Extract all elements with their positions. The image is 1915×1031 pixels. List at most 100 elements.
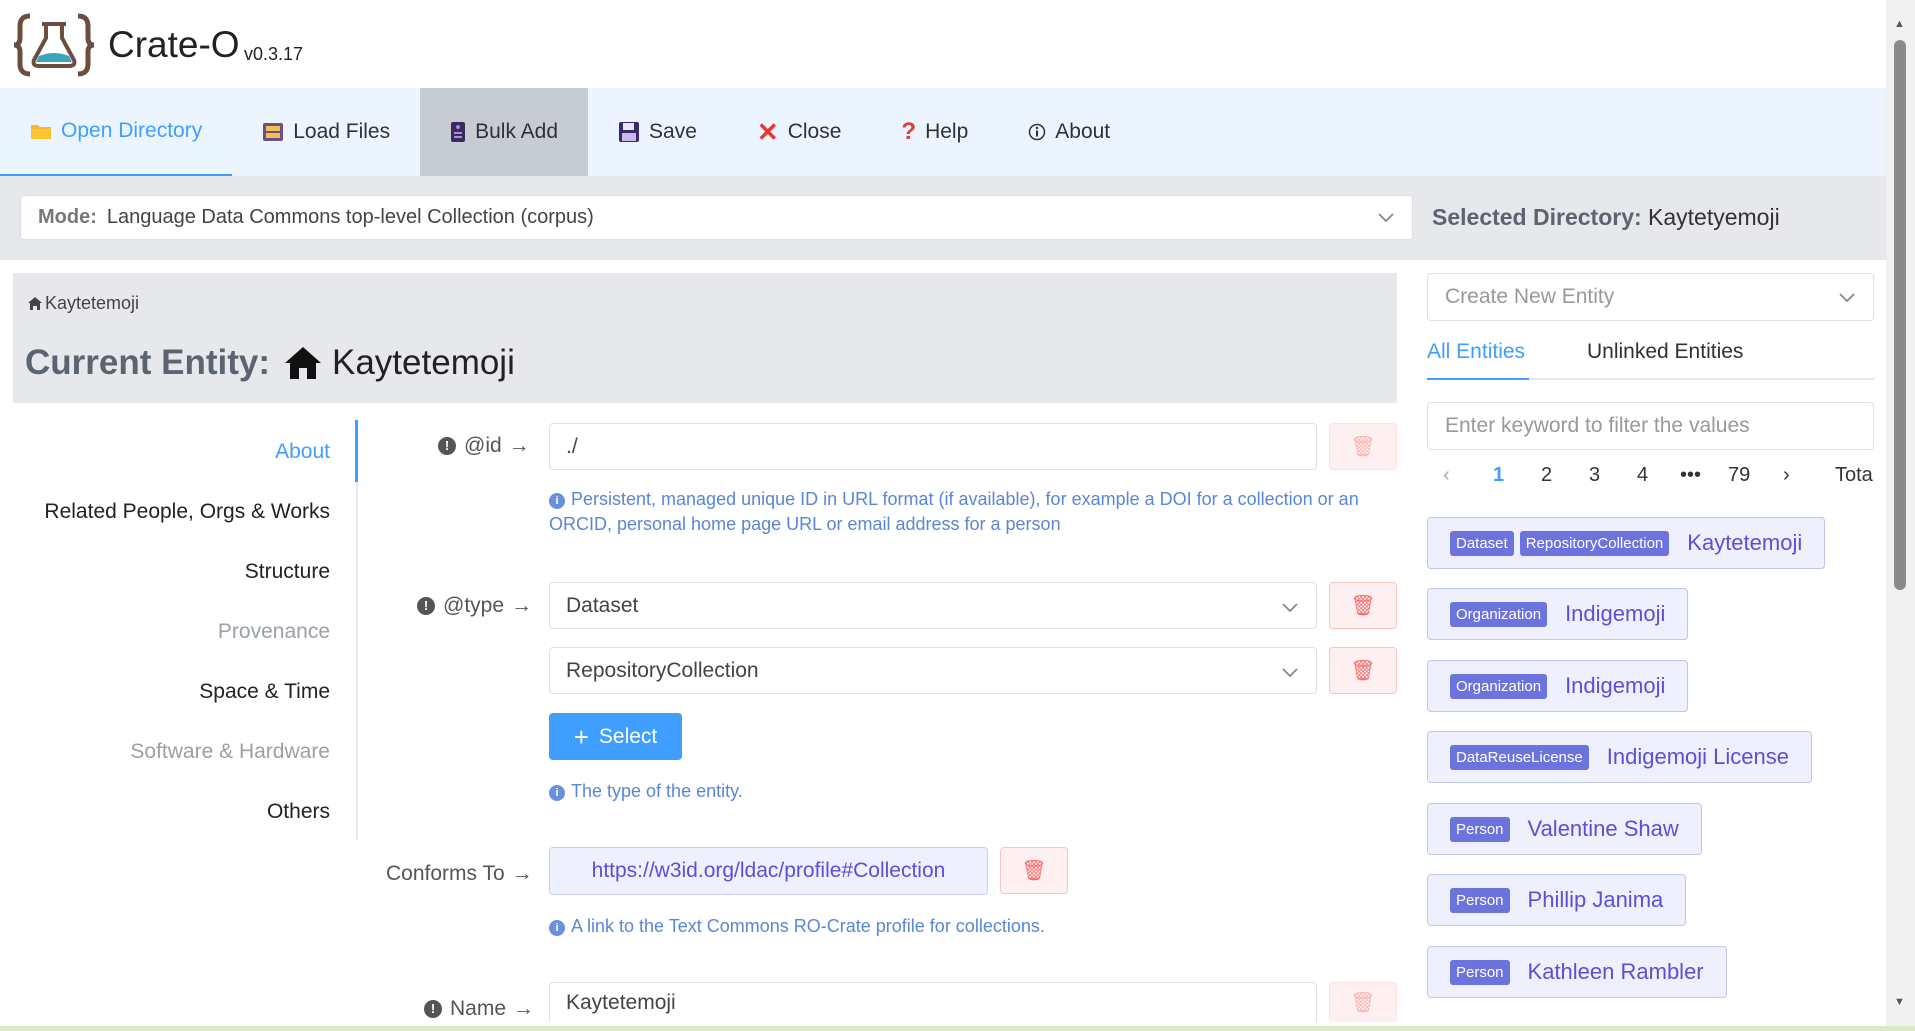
trash-icon: 🗑	[1021, 860, 1047, 882]
load-files-button[interactable]: Load Files	[232, 88, 420, 176]
name-input[interactable]: Kaytetemoji	[549, 982, 1317, 1022]
current-entity: Current Entity: Kaytetemoji	[25, 343, 515, 383]
nav-item-others[interactable]: Others	[267, 800, 330, 824]
nav-item-structure[interactable]: Structure	[245, 560, 330, 584]
entity-name: Kaytetemoji	[1687, 530, 1803, 555]
id-field-label: ! @id →	[438, 434, 530, 458]
entity-chip-indigemoji-2[interactable]: Organization Indigemoji	[1427, 660, 1689, 712]
scroll-thumb[interactable]	[1894, 40, 1906, 590]
plus-icon: +	[573, 721, 589, 752]
breadcrumb[interactable]: Kaytetemoji	[27, 293, 139, 314]
name-field-label: ! Name →	[424, 997, 534, 1021]
save-label: Save	[649, 120, 697, 143]
entity-type-tag: Person	[1450, 816, 1510, 842]
type-2-delete-button[interactable]: 🗑	[1329, 647, 1397, 694]
help-button[interactable]: ? Help	[871, 88, 998, 176]
close-button[interactable]: ✕ Close	[727, 88, 872, 176]
entity-chip-indigemoji-1[interactable]: Organization Indigemoji	[1427, 588, 1689, 640]
type-1-delete-button[interactable]: 🗑	[1329, 582, 1397, 629]
selected-directory-value: Kaytetyemoji	[1648, 204, 1780, 230]
chevron-down-icon	[1378, 207, 1394, 228]
entity-type-tag: Person	[1450, 887, 1510, 913]
entity-chip-indigemoji-license[interactable]: DataReuseLicense Indigemoji License	[1427, 731, 1812, 783]
entity-filter-input[interactable]: Enter keyword to filter the values	[1427, 402, 1874, 450]
type-select-1[interactable]: Dataset	[549, 582, 1317, 629]
conforms-to-label: Conforms To →	[386, 862, 533, 886]
page-2[interactable]: 2	[1541, 464, 1552, 487]
type-select-button[interactable]: + Select	[549, 713, 682, 760]
entity-header: Kaytetemoji Current Entity: Kaytetemoji	[13, 273, 1397, 403]
nav-item-related[interactable]: Related People, Orgs & Works	[44, 500, 330, 524]
folder-icon	[30, 122, 52, 140]
mode-label: Mode:	[38, 206, 97, 228]
page-last[interactable]: 79	[1728, 464, 1750, 487]
id-input[interactable]: ./	[549, 423, 1317, 470]
required-icon: !	[417, 597, 435, 615]
nav-item-software-hardware[interactable]: Software & Hardware	[130, 740, 330, 764]
type-field-label: ! @type →	[417, 594, 532, 618]
conforms-to-link[interactable]: https://w3id.org/ldac/profile#Collection	[549, 847, 988, 895]
scroll-down-icon[interactable]: ▼	[1894, 996, 1905, 1008]
property-nav: About Related People, Orgs & Works Struc…	[13, 420, 358, 840]
id-input-value: ./	[566, 434, 578, 458]
entity-name: Kathleen Rambler	[1527, 959, 1704, 984]
type-hint: i The type of the entity.	[549, 779, 743, 804]
close-icon: ✕	[756, 116, 779, 147]
prev-page-button[interactable]: ‹	[1443, 464, 1450, 487]
floppy-icon	[618, 121, 640, 143]
help-label: Help	[925, 120, 969, 143]
trash-icon: 🗑	[1350, 992, 1376, 1014]
info-icon: i	[549, 493, 565, 509]
entity-chip-kaytetemoji[interactable]: Dataset RepositoryCollection Kaytetemoji	[1427, 517, 1826, 569]
id-hint-text: Persistent, managed unique ID in URL for…	[549, 489, 1359, 534]
create-entity-placeholder: Create New Entity	[1445, 285, 1615, 308]
tab-all-entities[interactable]: All Entities	[1427, 340, 1525, 364]
type-select-2[interactable]: RepositoryCollection	[549, 647, 1317, 694]
id-label-text: @id	[464, 434, 502, 457]
conforms-to-delete-button[interactable]: 🗑	[1000, 847, 1068, 894]
nav-item-provenance[interactable]: Provenance	[218, 620, 330, 644]
open-directory-button[interactable]: Open Directory	[0, 88, 233, 176]
chevron-down-icon	[1839, 287, 1855, 308]
nav-item-space-time[interactable]: Space & Time	[199, 680, 330, 704]
entity-tabs: All Entities Unlinked Entities	[1427, 336, 1874, 380]
next-page-button[interactable]: ›	[1783, 464, 1790, 487]
page-3[interactable]: 3	[1589, 464, 1600, 487]
entity-chip-valentine-shaw[interactable]: Person Valentine Shaw	[1427, 803, 1702, 855]
arrow-right-icon: →	[513, 997, 535, 1020]
name-label-text: Name	[450, 997, 507, 1020]
mode-select[interactable]: Mode: Language Data Commons top-level Co…	[20, 195, 1413, 240]
about-button[interactable]: About	[998, 88, 1140, 176]
selected-directory: Selected Directory: Kaytetyemoji	[1432, 204, 1780, 231]
entity-name: Indigemoji	[1565, 601, 1666, 626]
save-button[interactable]: Save	[588, 88, 727, 176]
type-value-2: RepositoryCollection	[566, 658, 759, 682]
load-files-label: Load Files	[293, 120, 391, 143]
entity-type-tag: Organization	[1450, 673, 1548, 699]
window-scrollbar[interactable]: ▲ ▼	[1886, 0, 1915, 1031]
arrow-right-icon: →	[508, 434, 530, 457]
more-pages[interactable]: •••	[1680, 464, 1701, 487]
trash-icon: 🗑	[1350, 436, 1376, 458]
nav-item-about[interactable]: About	[275, 440, 330, 464]
arrow-right-icon: →	[511, 594, 533, 617]
filter-placeholder: Enter keyword to filter the values	[1445, 414, 1750, 437]
app-version: v0.3.17	[244, 44, 304, 64]
required-icon: !	[424, 1000, 442, 1018]
conforms-to-label-text: Conforms To	[386, 862, 505, 885]
page-1[interactable]: 1	[1493, 464, 1504, 487]
page-4[interactable]: 4	[1637, 464, 1648, 487]
entity-chip-kathleen-rambler[interactable]: Person Kathleen Rambler	[1427, 946, 1727, 998]
scroll-up-icon[interactable]: ▲	[1894, 18, 1905, 30]
open-directory-label: Open Directory	[61, 119, 203, 142]
id-delete-button[interactable]: 🗑	[1329, 423, 1397, 470]
bulk-add-label: Bulk Add	[475, 120, 559, 143]
id-hint: i Persistent, managed unique ID in URL fo…	[549, 487, 1369, 537]
bulk-add-button[interactable]: Bulk Add	[420, 88, 589, 176]
entity-chip-phillip-janima[interactable]: Person Phillip Janima	[1427, 874, 1687, 926]
create-entity-select[interactable]: Create New Entity	[1427, 273, 1874, 321]
tab-unlinked-entities[interactable]: Unlinked Entities	[1587, 340, 1743, 364]
name-delete-button[interactable]: 🗑	[1329, 982, 1397, 1022]
close-label: Close	[787, 120, 842, 143]
home-icon	[28, 297, 42, 310]
